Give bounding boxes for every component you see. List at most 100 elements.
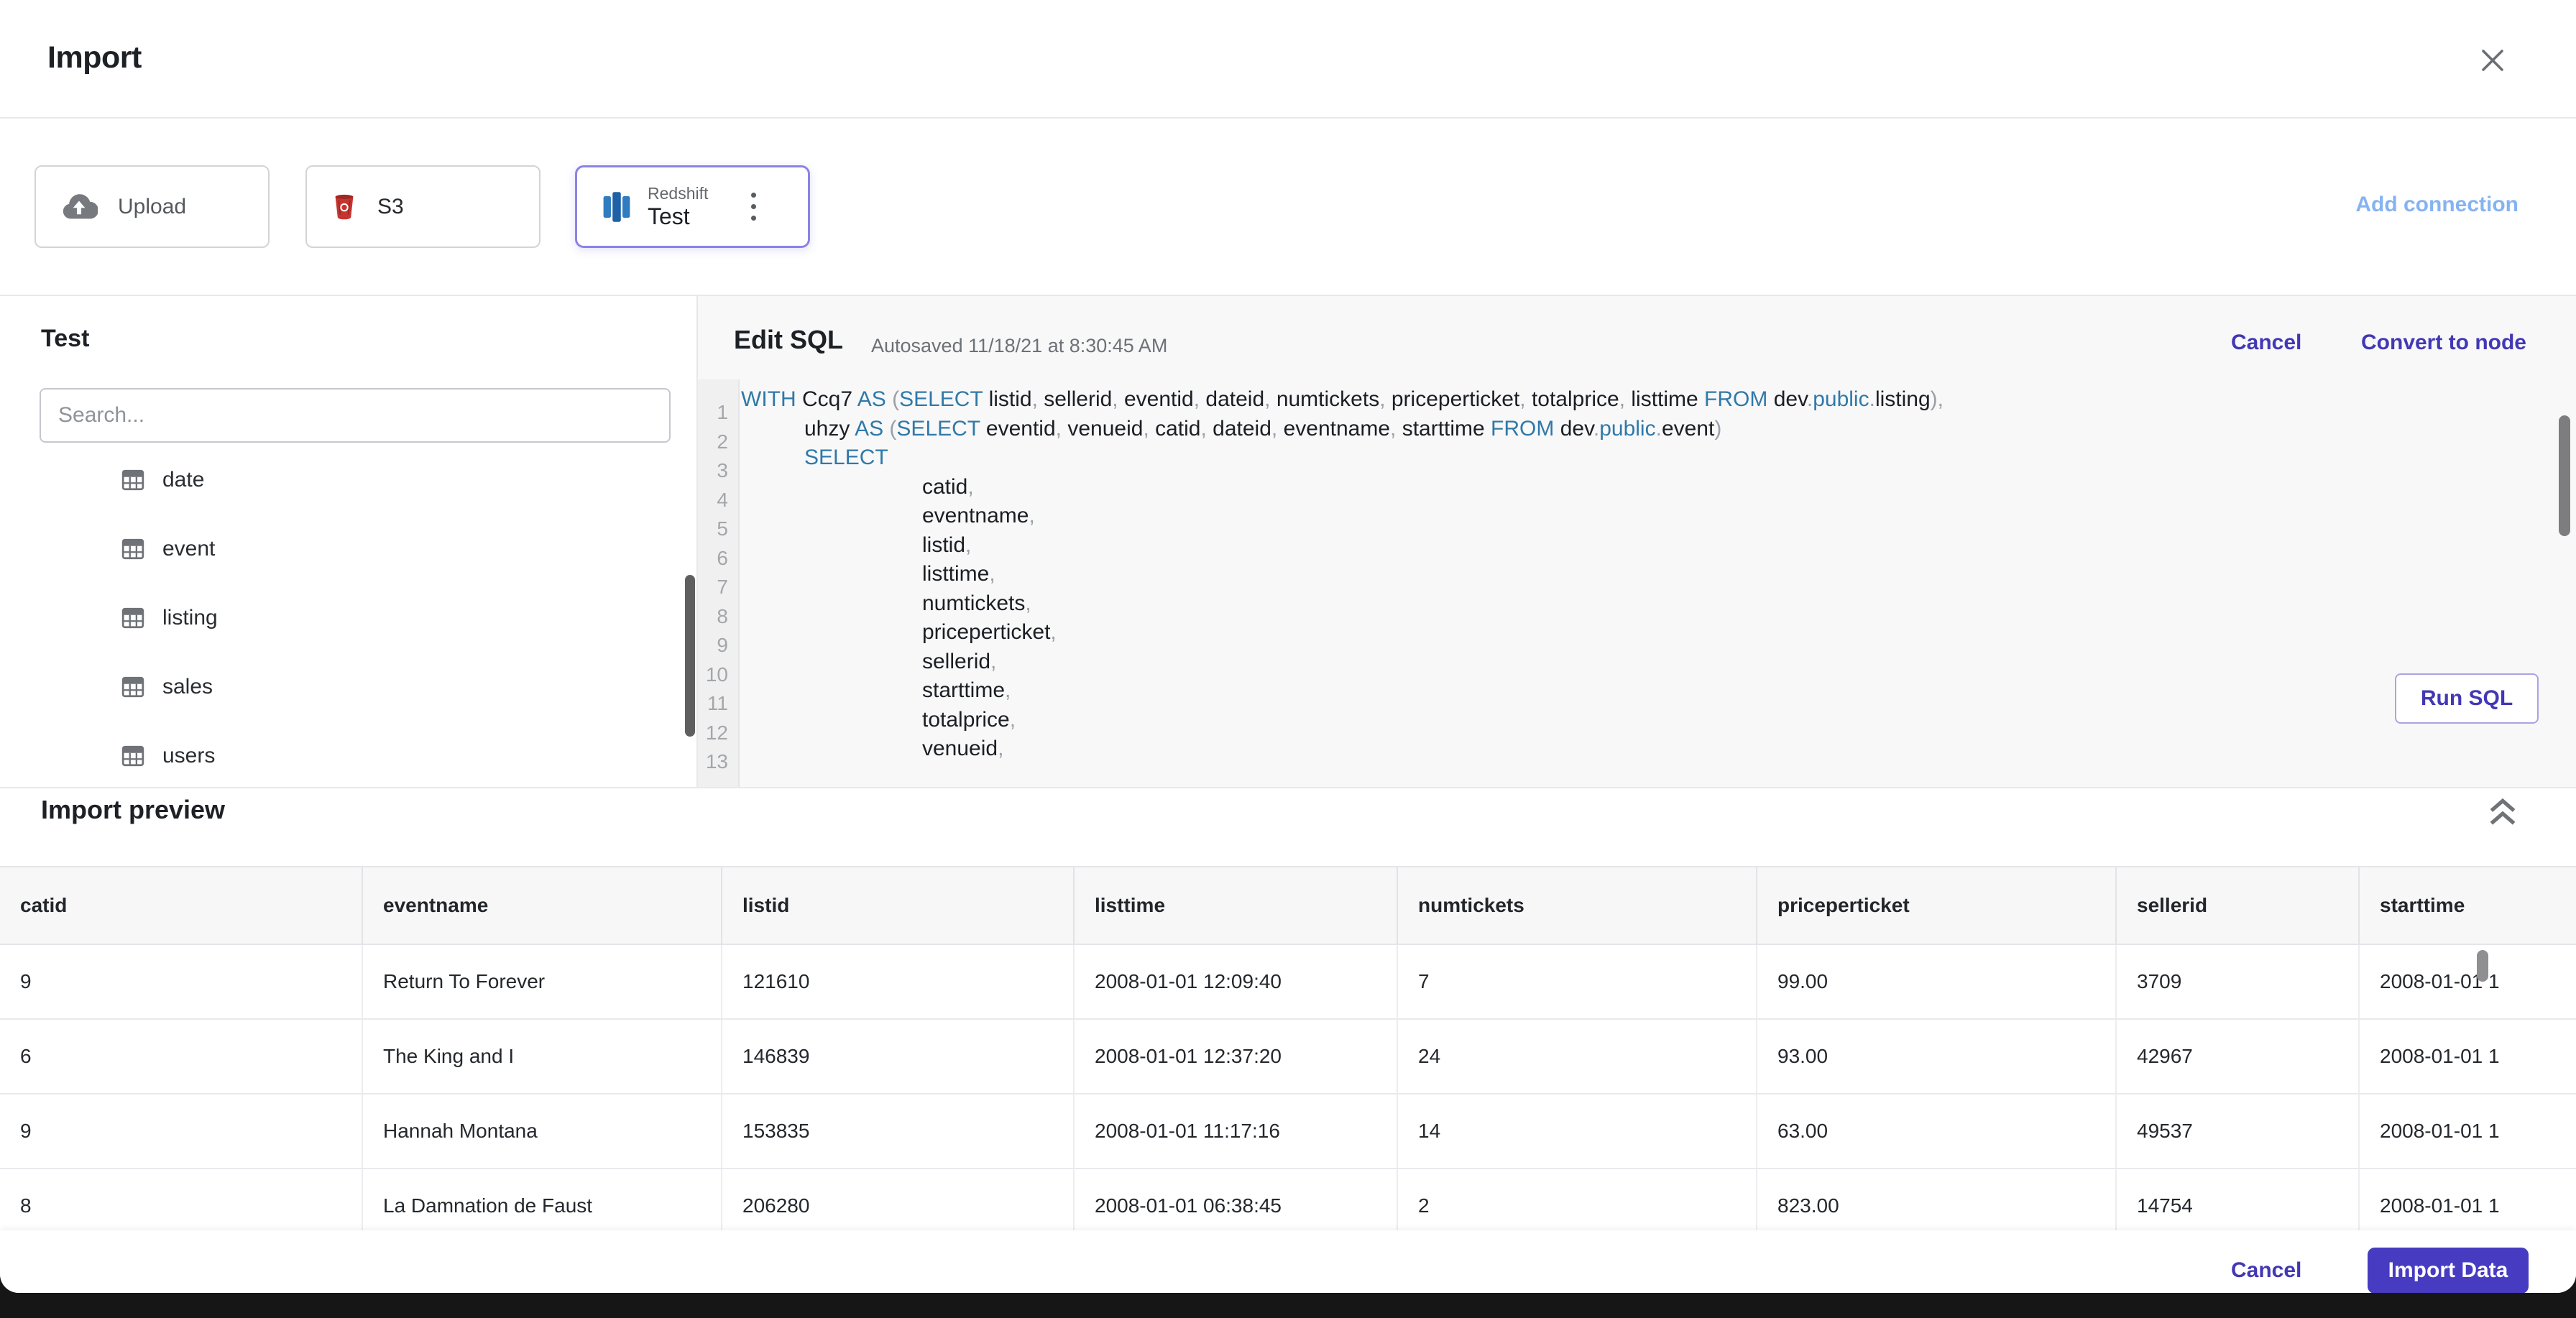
tile-label-redshift-name: Test [648, 203, 690, 229]
table-grid-icon [121, 744, 145, 768]
table-grid-icon [121, 606, 145, 630]
line-number: 4 [717, 488, 728, 511]
code-line-6: listid, [922, 533, 972, 557]
sql-cancel-button[interactable]: Cancel [2231, 331, 2301, 355]
table-cell: 153835 [722, 1095, 1075, 1168]
column-header-priceperticket: priceperticket [1757, 867, 2117, 944]
code-line-7: listtime, [922, 562, 995, 586]
line-number-gutter: 1 2 3 4 5 6 7 8 9 10 11 12 13 [698, 379, 740, 788]
table-list: date event listing sales users [0, 446, 696, 788]
convert-to-node-button[interactable]: Convert to node [2361, 331, 2526, 355]
connection-name-heading: Test [41, 325, 90, 352]
code-line-1: WITH Ccq7 AS (SELECT listid, sellerid, e… [741, 387, 1944, 411]
connection-browser-panel: Test date event listing sales users [0, 296, 698, 788]
tile-menu-button[interactable] [751, 167, 756, 246]
code-line-8: numtickets, [922, 591, 1031, 615]
code-line-5: eventname, [922, 504, 1035, 527]
line-number: 9 [717, 634, 728, 656]
table-cell: 24 [1398, 1020, 1757, 1093]
editor-scrollbar[interactable] [2559, 415, 2570, 536]
table-cell: 93.00 [1757, 1020, 2117, 1093]
tile-redshift-text: Redshift Test [648, 184, 708, 230]
table-cell: 7 [1398, 945, 1757, 1018]
table-cell: The King and I [363, 1020, 722, 1093]
table-cell: 146839 [722, 1020, 1075, 1093]
table-item-users[interactable]: users [0, 722, 696, 788]
sql-code-area[interactable]: WITH Ccq7 AS (SELECT listid, sellerid, e… [741, 379, 2576, 764]
tile-label-upload: Upload [118, 194, 187, 218]
preview-table-header: catid eventname listid listtime numtickets pr… [0, 866, 2576, 945]
import-data-button[interactable]: Import Data [2368, 1248, 2529, 1293]
sql-code-editor[interactable]: 1 2 3 4 5 6 7 8 9 10 11 12 13 WITH Ccq7 AS (SELECT l… [698, 379, 2576, 788]
table-grid-icon [121, 468, 145, 492]
line-number: 7 [717, 576, 728, 598]
code-line-12: totalprice, [922, 707, 1016, 732]
table-item-sales[interactable]: sales [0, 653, 696, 722]
modal-footer [0, 1230, 2576, 1293]
table-cell: 121610 [722, 945, 1075, 1018]
preview-scrollbar[interactable] [2477, 950, 2488, 982]
table-cell: 2008-01-01 1 [2380, 970, 2500, 992]
table-item-label: listing [162, 606, 218, 630]
table-cell: 3709 [2117, 945, 2360, 1018]
table-grid-icon [121, 675, 145, 699]
table-cell: Return To Forever [363, 945, 722, 1018]
line-number: 1 [717, 401, 728, 423]
table-cell: 63.00 [1757, 1095, 2117, 1168]
table-row: 6 The King and I 146839 2008-01-01 12:37:20… [0, 1020, 2576, 1095]
footer-cancel-button[interactable]: Cancel [2231, 1248, 2301, 1293]
code-line-13: venueid, [922, 737, 1004, 760]
table-item-label: users [162, 744, 216, 768]
table-cell: 42967 [2117, 1020, 2360, 1093]
kebab-menu-icon [751, 193, 756, 198]
tile-label-s3: S3 [377, 194, 404, 218]
code-line-3: SELECT [804, 446, 888, 469]
tile-caption-redshift: Redshift [648, 183, 709, 203]
chevron-double-up-icon [2490, 798, 2516, 825]
table-cell: 2008-01-01 1 [2380, 1120, 2500, 1142]
connection-tile-redshift[interactable]: Redshift Test [575, 165, 810, 248]
table-item-date[interactable]: date [0, 446, 696, 515]
table-row: 9 Hannah Montana 153835 2008-01-01 11:17:16… [0, 1095, 2576, 1169]
column-header-sellerid: sellerid [2117, 867, 2360, 944]
table-cell: 9 [0, 945, 363, 1018]
table-cell: 2008-01-01 12:37:20 [1075, 1020, 1398, 1093]
add-connection-link[interactable]: Add connection [2355, 193, 2518, 217]
table-cell: 14 [1398, 1095, 1757, 1168]
panels-divider [0, 787, 2576, 788]
line-number: 6 [717, 546, 728, 569]
code-line-11: starttime, [922, 678, 1011, 702]
table-item-label: sales [162, 675, 213, 699]
column-header-catid: catid [0, 867, 363, 944]
connection-tile-upload[interactable]: Upload [34, 165, 270, 248]
autosave-status: Autosaved 11/18/21 at 8:30:45 AM [871, 335, 1168, 356]
table-item-listing[interactable]: listing [0, 584, 696, 653]
table-cell: 2008-01-01 11:17:16 [1075, 1095, 1398, 1168]
column-header-listid: listid [722, 867, 1075, 944]
close-button[interactable] [2474, 42, 2511, 79]
cloud-upload-icon [60, 193, 98, 221]
collapse-preview-button[interactable] [2484, 793, 2521, 831]
column-header-starttime: starttime [2380, 894, 2465, 916]
line-number: 5 [717, 517, 728, 540]
s3-icon [331, 192, 357, 222]
edit-sql-title: Edit SQL [734, 325, 843, 354]
search-input[interactable] [40, 388, 671, 443]
line-number: 2 [717, 430, 728, 453]
table-item-label: date [162, 468, 205, 492]
line-number: 3 [717, 459, 728, 481]
table-item-event[interactable]: event [0, 515, 696, 584]
column-header-numtickets: numtickets [1398, 867, 1757, 944]
table-item-label: event [162, 537, 216, 561]
code-line-2: uhzy AS (SELECT eventid, venueid, catid,… [804, 416, 1722, 441]
left-panel-scrollbar[interactable] [685, 575, 695, 737]
table-cell: 6 [0, 1020, 363, 1093]
run-sql-button[interactable]: Run SQL [2395, 673, 2539, 724]
redshift-icon [602, 190, 632, 223]
code-line-9: priceperticket, [922, 620, 1057, 644]
table-cell: 99.00 [1757, 945, 2117, 1018]
column-header-listtime: listtime [1075, 867, 1398, 944]
code-line-4: catid, [922, 474, 974, 499]
table-cell: Hannah Montana [363, 1095, 722, 1168]
connection-tile-s3[interactable]: S3 [305, 165, 540, 248]
